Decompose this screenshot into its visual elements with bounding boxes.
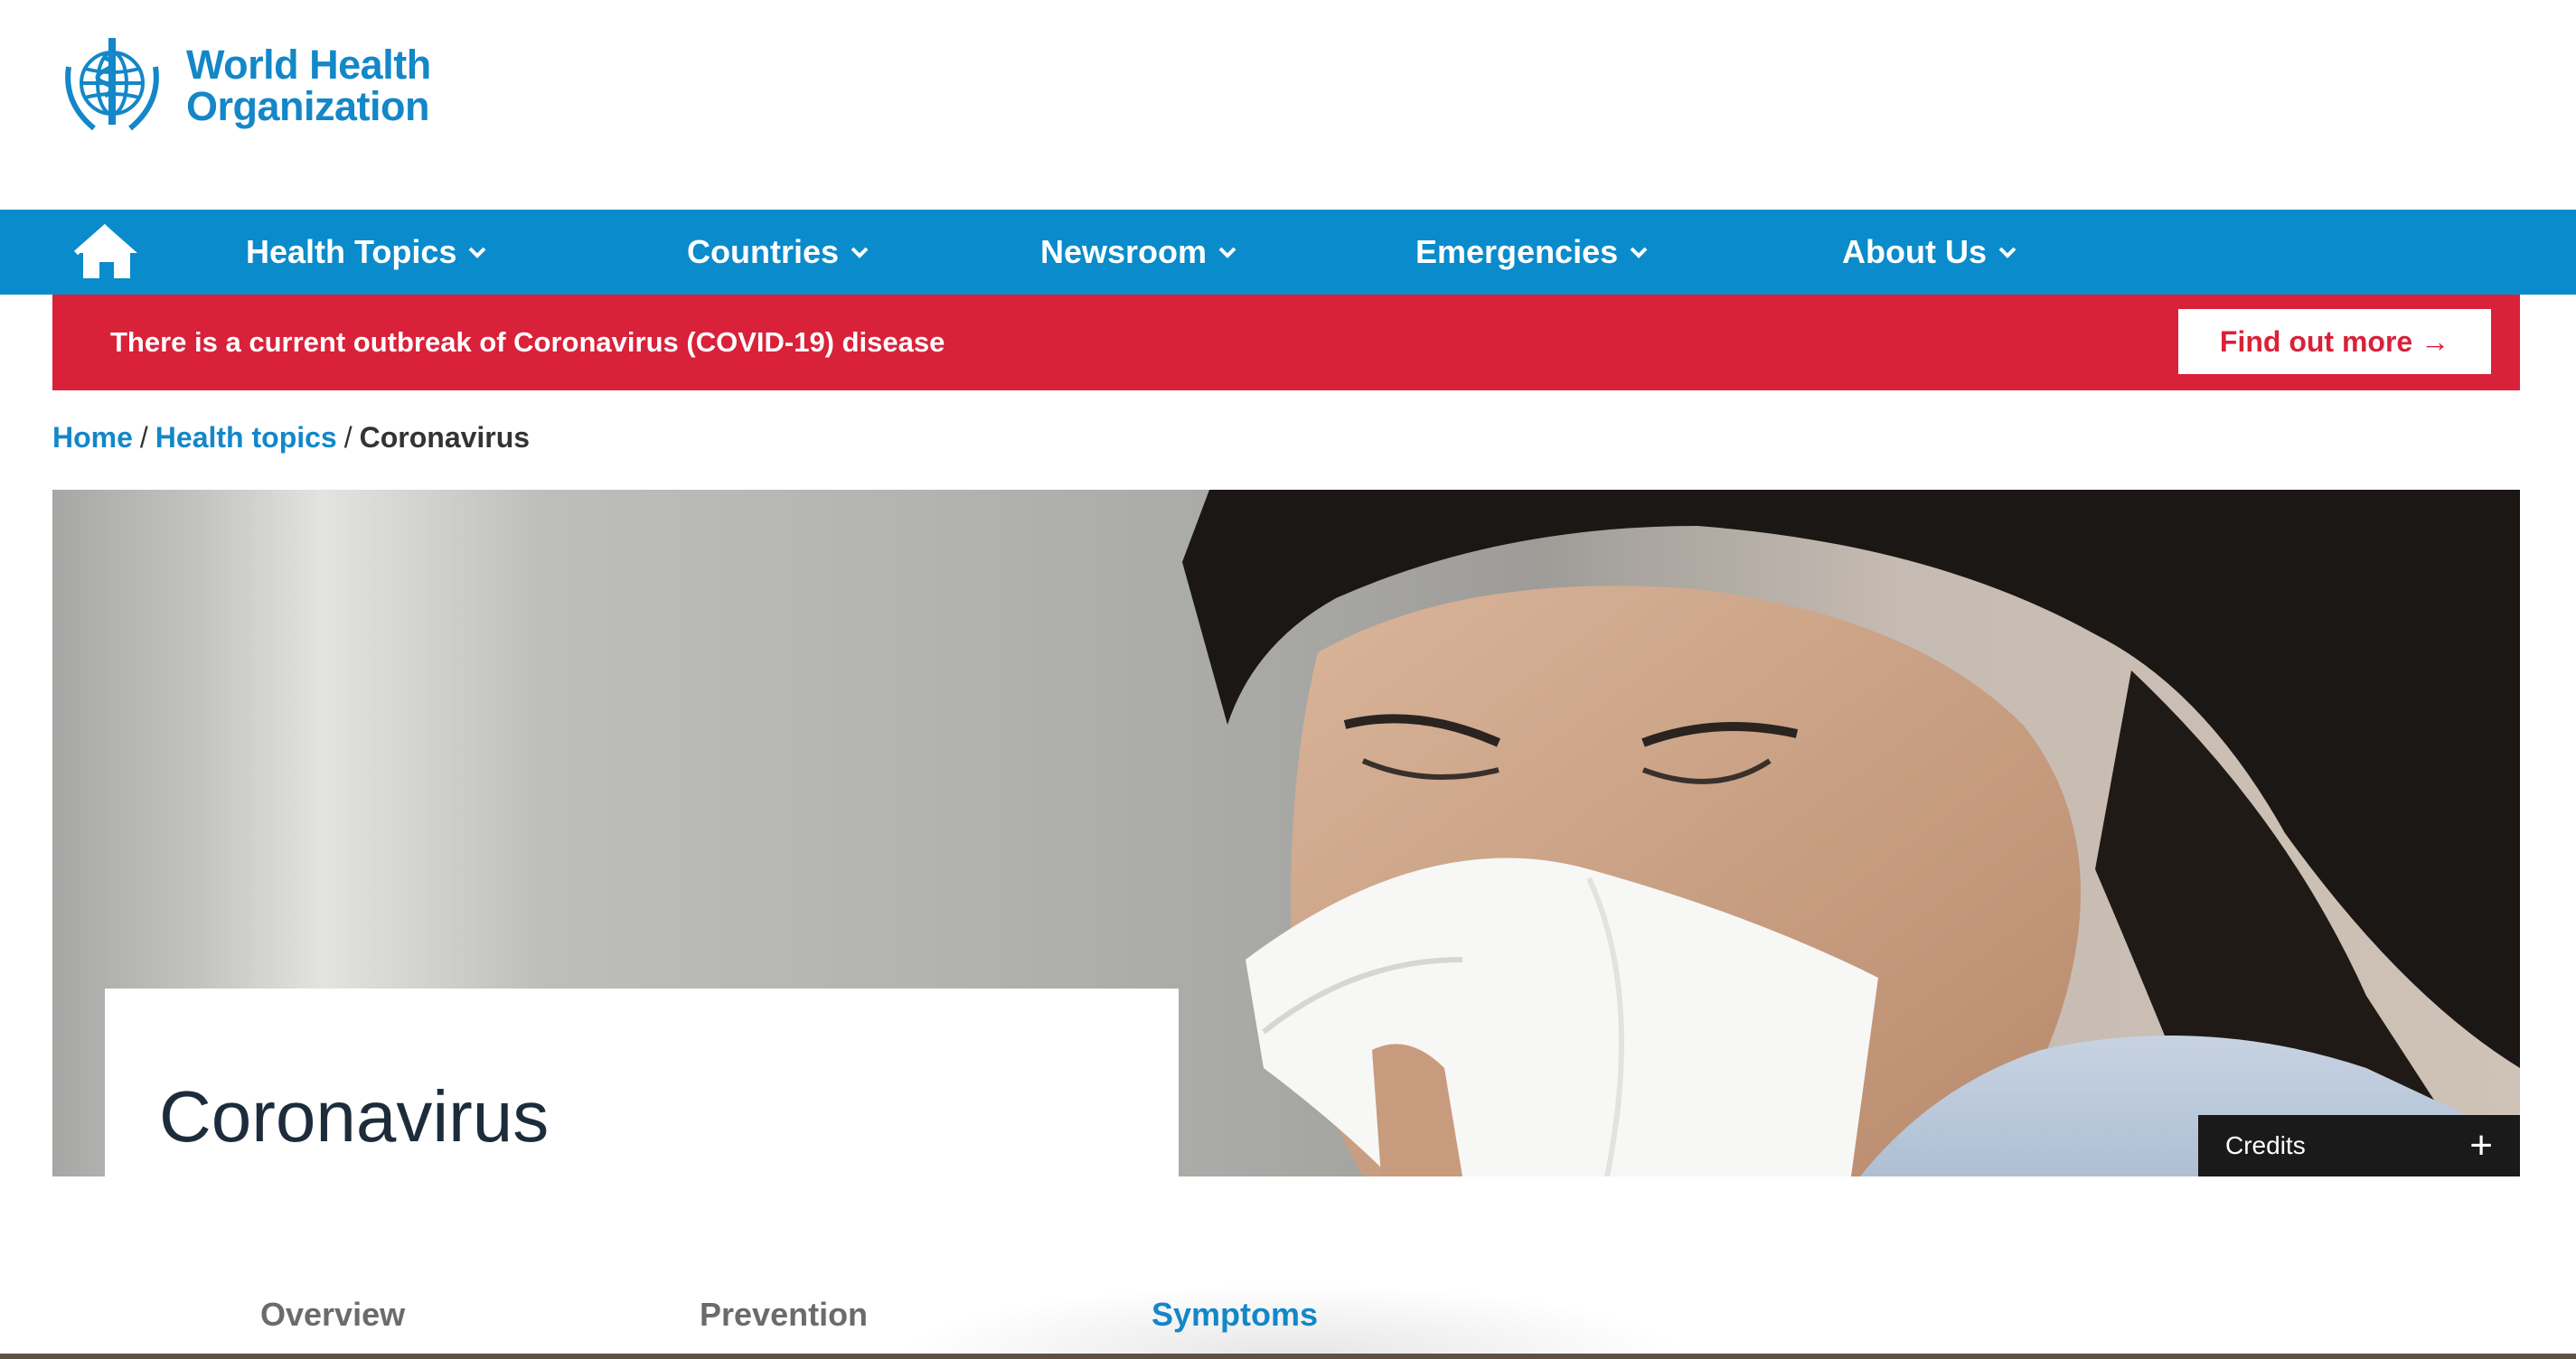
plus-icon: + <box>2469 1123 2493 1167</box>
logo-line2: Organization <box>186 83 430 129</box>
who-emblem-icon <box>65 38 159 131</box>
content-tabs: Overview Prevention Symptoms <box>0 1283 2576 1359</box>
chevron-down-icon <box>1998 247 2017 258</box>
hero-image: Coronavirus Credits + <box>52 490 2520 1176</box>
nav-newsroom-label: Newsroom <box>1040 233 1208 270</box>
credits-button[interactable]: Credits + <box>2198 1115 2520 1176</box>
tab-symptoms[interactable]: Symptoms <box>1152 1296 1318 1334</box>
credits-label: Credits <box>2225 1131 2306 1159</box>
nav-health-topics-label: Health Topics <box>246 233 457 270</box>
chevron-down-icon <box>1218 247 1236 258</box>
nav-countries-label: Countries <box>687 233 840 270</box>
window-bottom-edge <box>0 1354 2576 1359</box>
main-nav: Health Topics Countries Newsroom Emergen… <box>0 210 2576 295</box>
home-icon <box>74 223 137 278</box>
nav-about-us-label: About Us <box>1842 233 1987 270</box>
nav-health-topics[interactable]: Health Topics <box>246 210 487 295</box>
page: World Health Organization Health Topics … <box>0 0 2576 1359</box>
find-out-more-button[interactable]: Find out more → <box>2178 309 2491 374</box>
hero-title-card: Coronavirus <box>105 989 1179 1176</box>
logo-line1: World Health <box>186 42 431 88</box>
breadcrumb-health-topics-link[interactable]: Health topics <box>155 421 337 454</box>
breadcrumb-current: Coronavirus <box>359 421 531 454</box>
breadcrumb-home-link[interactable]: Home <box>52 421 133 454</box>
home-button[interactable] <box>72 222 141 282</box>
logo-wordmark: World Health Organization <box>186 44 431 127</box>
page-title: Coronavirus <box>159 1076 550 1157</box>
alert-text: There is a current outbreak of Coronavir… <box>110 326 945 358</box>
nav-emergencies-label: Emergencies <box>1415 233 1619 270</box>
tab-overview[interactable]: Overview <box>260 1296 405 1334</box>
breadcrumb-separator: / <box>139 421 148 454</box>
breadcrumb-separator: / <box>343 421 353 454</box>
nav-countries[interactable]: Countries <box>687 210 870 295</box>
breadcrumb: Home / Health topics / Coronavirus <box>52 421 530 455</box>
outbreak-alert-banner: There is a current outbreak of Coronavir… <box>52 295 2520 390</box>
nav-about-us[interactable]: About Us <box>1842 210 2017 295</box>
tab-prevention[interactable]: Prevention <box>700 1296 868 1334</box>
nav-newsroom[interactable]: Newsroom <box>1040 210 1237 295</box>
chevron-down-icon <box>1630 247 1648 258</box>
nav-emergencies[interactable]: Emergencies <box>1415 210 1649 295</box>
chevron-down-icon <box>468 247 486 258</box>
chevron-down-icon <box>851 247 869 258</box>
who-logo[interactable]: World Health Organization <box>51 31 431 141</box>
